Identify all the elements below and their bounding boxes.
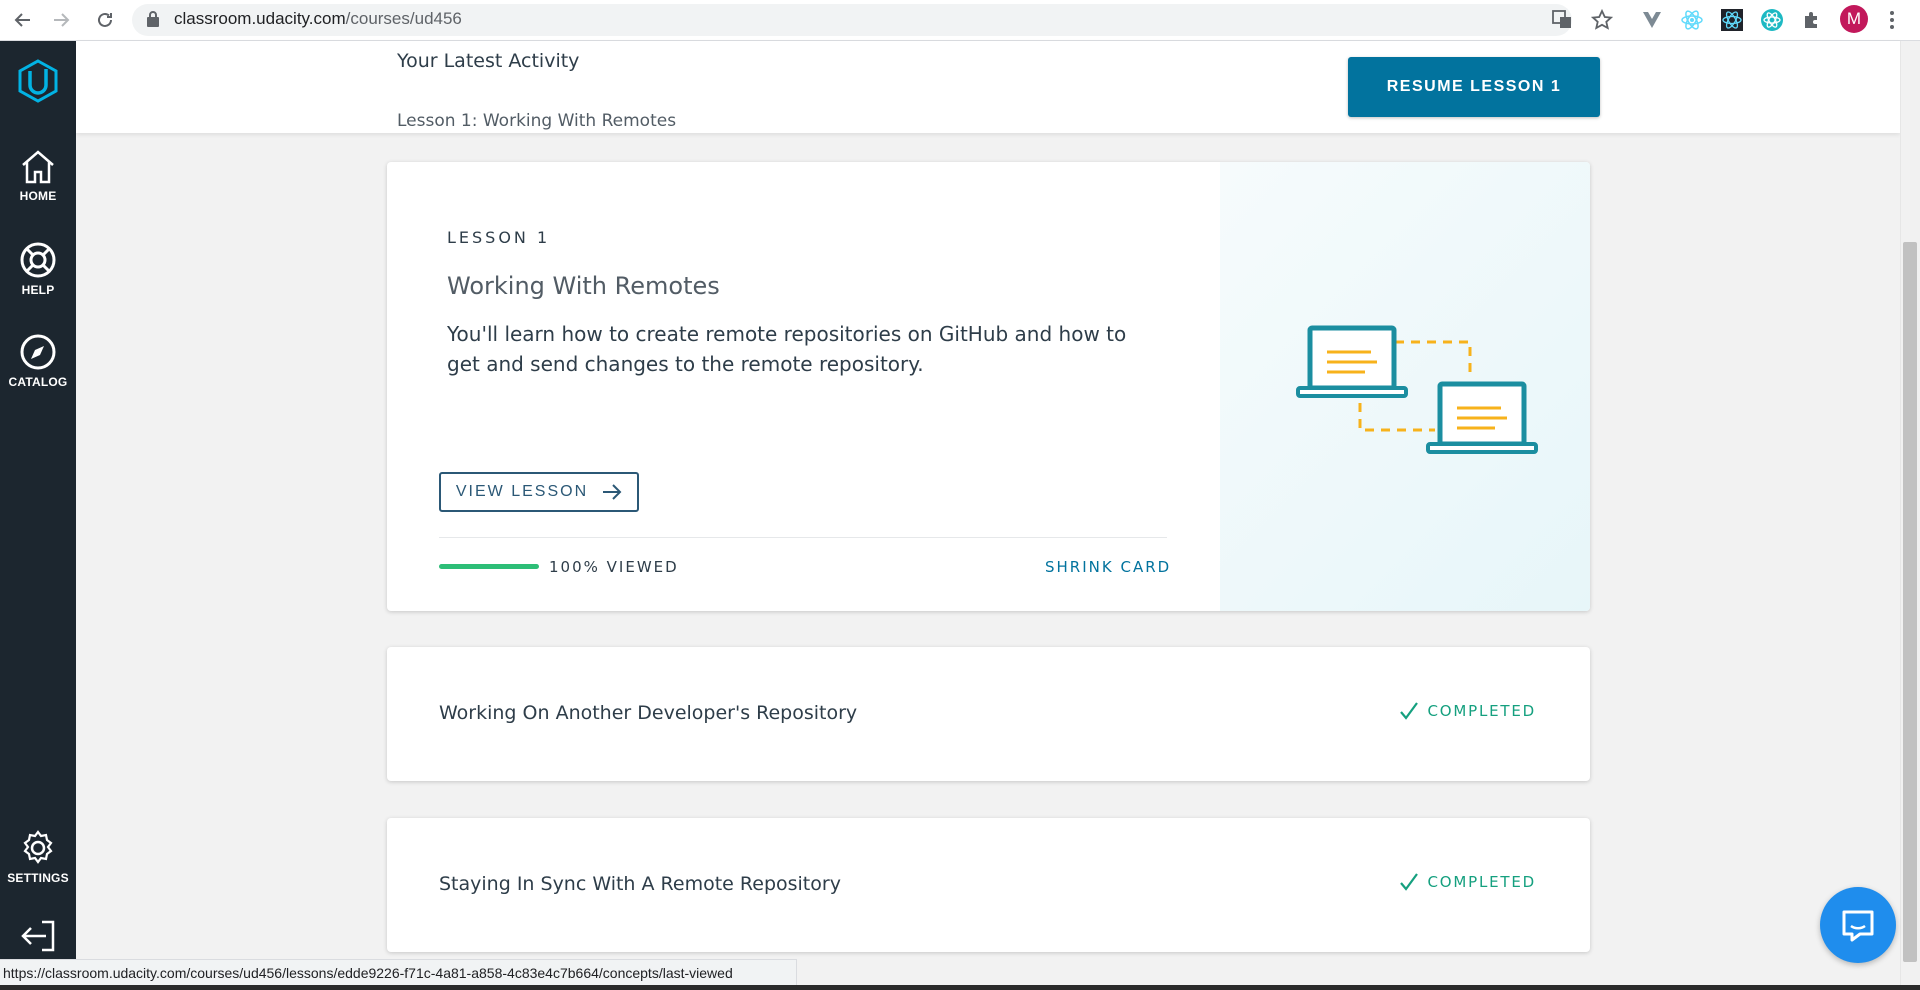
lesson-progress-bar [439,564,539,569]
bookmark-star-icon[interactable] [1588,6,1616,34]
sidebar-item-label: CATALOG [8,375,68,389]
lesson-card: LESSON 1 Working With Remotes You'll lea… [387,162,1590,611]
status-badge: COMPLETED [1398,871,1537,893]
logout-button[interactable] [0,919,76,953]
back-button[interactable] [10,7,36,33]
udacity-logo[interactable] [0,59,76,103]
url-path: /courses/ud456 [345,9,462,28]
udacity-logo-icon [18,59,58,103]
react-dark-extension-icon[interactable] [1718,6,1746,34]
status-badge: COMPLETED [1398,700,1537,722]
lesson-title: Working With Remotes [447,272,720,300]
concept-card[interactable]: Staying In Sync With A Remote Repository… [387,818,1590,952]
concept-title: Staying In Sync With A Remote Repository [439,873,841,895]
sidebar: HOME HELP CATALOG SETTINGS [0,41,76,990]
home-icon [22,150,54,184]
lock-icon [147,11,159,27]
reload-button[interactable] [92,7,118,33]
status-label: COMPLETED [1427,873,1536,891]
extensions-puzzle-icon[interactable] [1798,6,1826,34]
sidebar-item-home[interactable]: HOME [0,149,76,203]
translate-extension-icon[interactable] [1548,6,1576,34]
sidebar-item-label: HELP [21,283,55,297]
reload-icon [98,12,112,27]
view-lesson-button[interactable]: VIEW LESSON [439,472,639,512]
arrow-right-icon [603,484,622,500]
latest-activity-title: Your Latest Activity [397,50,580,72]
lesson-description: You'll learn how to create remote reposi… [447,322,1127,376]
compass-icon [20,334,56,370]
arrow-right-icon [54,13,70,27]
concept-card[interactable]: Working On Another Developer's Repositor… [387,647,1590,781]
chat-icon [1842,910,1874,942]
url-host: classroom.udacity.com [174,9,346,28]
lesson-number: LESSON 1 [447,228,551,247]
react-extension-icon[interactable] [1758,6,1786,34]
resume-lesson-button[interactable]: RESUME LESSON 1 [1348,57,1600,117]
chat-launcher-button[interactable] [1820,887,1896,963]
sidebar-item-catalog[interactable]: CATALOG [0,333,76,389]
address-text[interactable]: classroom.udacity.com/courses/ud456 [174,9,462,29]
card-divider [439,537,1167,538]
browser-menu-icon[interactable] [1878,6,1906,34]
vue-devtools-icon[interactable] [1638,6,1666,34]
view-lesson-label: VIEW LESSON [455,483,589,500]
checkmark-icon [1399,873,1418,891]
checkmark-icon [1399,702,1418,720]
lesson-progress-fill [439,564,539,569]
sidebar-item-settings[interactable]: SETTINGS [0,829,76,885]
gear-icon [23,830,53,864]
latest-activity-lesson: Lesson 1: Working With Remotes [397,111,677,131]
react-devtools-icon[interactable] [1678,6,1706,34]
logout-icon [21,920,55,952]
status-label: COMPLETED [1427,702,1536,720]
arrow-left-icon [14,13,30,27]
profile-avatar[interactable]: M [1840,5,1868,33]
sidebar-item-label: HOME [19,189,57,203]
sidebar-item-label: SETTINGS [7,871,69,885]
lifebuoy-icon [20,242,56,278]
forward-button[interactable] [48,7,74,33]
link-status-bar: https://classroom.udacity.com/courses/ud… [0,959,797,985]
lesson-progress-label: 100% VIEWED [549,558,679,576]
shrink-card-link[interactable]: SHRINK CARD [1045,558,1171,576]
laptops-sync-icon [1296,325,1538,454]
taskbar-edge [0,985,1920,990]
lesson-illustration [1220,162,1590,611]
browser-toolbar: classroom.udacity.com/courses/ud456 M [0,0,1920,41]
scrollbar-thumb[interactable] [1903,242,1917,962]
latest-activity-bar: Your Latest Activity Lesson 1: Working W… [76,41,1900,133]
sidebar-item-help[interactable]: HELP [0,241,76,297]
concept-title: Working On Another Developer's Repositor… [439,702,858,724]
